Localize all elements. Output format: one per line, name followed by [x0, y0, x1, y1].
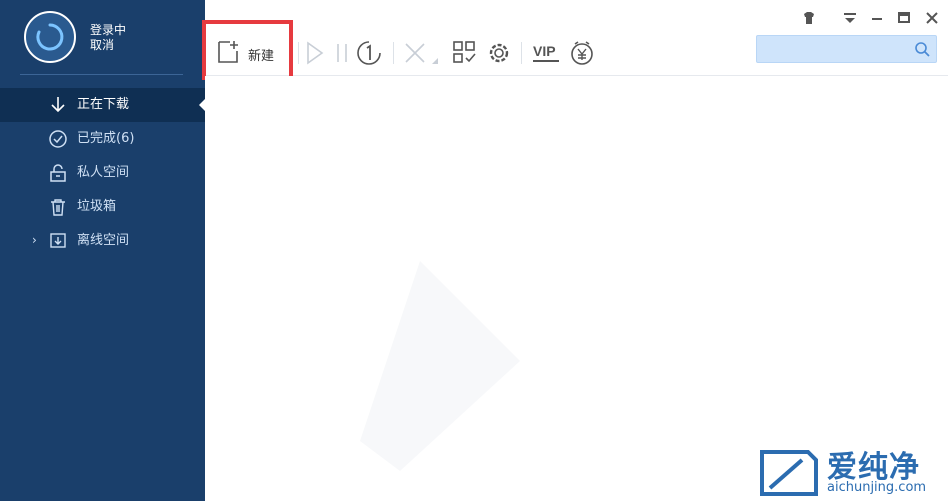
sidebar: 登录中 取消 正在下载 已完成(6) 私人空间 垃圾箱 › 离线空间 — [0, 0, 205, 501]
apps-grid-icon — [453, 41, 476, 63]
lock-icon — [50, 164, 66, 182]
sidebar-item-label: 垃圾箱 — [77, 199, 117, 214]
speed-limit-button[interactable] — [356, 40, 382, 66]
search-input[interactable] — [763, 40, 912, 60]
toolbar-separator — [393, 42, 394, 64]
sidebar-item-label: 已完成(6) — [77, 131, 135, 146]
pause-button[interactable] — [330, 40, 356, 66]
new-file-icon — [218, 41, 238, 63]
download-icon — [51, 97, 65, 113]
maximize-icon — [898, 12, 910, 23]
menu-icon — [844, 13, 856, 23]
search-icon[interactable] — [914, 41, 930, 57]
maximize-button[interactable] — [896, 10, 912, 26]
apps-button[interactable] — [452, 40, 478, 66]
skin-icon — [804, 12, 814, 24]
speed-one-icon — [357, 41, 381, 65]
sidebar-nav: 正在下载 已完成(6) 私人空间 垃圾箱 › 离线空间 — [0, 88, 205, 258]
brand-logo-icon — [760, 450, 818, 496]
check-circle-icon — [49, 130, 67, 148]
skin-button[interactable] — [801, 10, 817, 26]
close-button[interactable] — [924, 10, 940, 26]
download-list-area[interactable] — [205, 76, 948, 501]
sidebar-item-completed[interactable]: 已完成(6) — [0, 122, 205, 156]
brand-logo — [758, 448, 820, 502]
login-status-text: 登录中 — [90, 23, 127, 37]
vip-icon: VIP — [533, 43, 559, 62]
yuan-icon — [571, 41, 593, 65]
loading-spinner-icon — [36, 23, 64, 51]
gear-icon — [489, 43, 509, 63]
play-icon — [307, 41, 324, 65]
chevron-right-icon[interactable]: › — [32, 233, 44, 247]
new-task-label: 新建 — [248, 49, 275, 64]
offline-space-icon — [50, 233, 66, 248]
start-button[interactable] — [302, 40, 328, 66]
wallet-button[interactable] — [569, 40, 595, 66]
sidebar-item-trash[interactable]: 垃圾箱 — [0, 190, 205, 224]
pause-icon — [337, 44, 347, 62]
sidebar-item-private-space[interactable]: 私人空间 — [0, 156, 205, 190]
svg-text:VIP: VIP — [533, 43, 556, 59]
sidebar-item-label: 私人空间 — [77, 165, 130, 180]
menu-button[interactable] — [842, 10, 858, 26]
close-icon — [926, 12, 938, 24]
sidebar-item-label: 离线空间 — [77, 233, 130, 248]
sidebar-item-label: 正在下载 — [77, 97, 130, 112]
brand-url: aichunjing.com — [827, 480, 927, 495]
trash-icon — [51, 199, 65, 216]
toolbar-separator — [521, 42, 522, 64]
settings-button[interactable] — [486, 40, 512, 66]
search-box[interactable] — [756, 35, 937, 63]
sidebar-divider — [20, 74, 183, 75]
sidebar-item-downloading[interactable]: 正在下载 — [0, 88, 205, 122]
vip-button[interactable]: VIP — [532, 40, 560, 66]
sidebar-item-offline-space[interactable]: › 离线空间 — [0, 224, 205, 258]
background-watermark-icon — [360, 261, 520, 471]
delete-button[interactable] — [402, 40, 438, 66]
minimize-button[interactable] — [869, 10, 885, 26]
minimize-icon — [872, 18, 882, 20]
toolbar-separator — [298, 42, 299, 64]
login-cancel-link[interactable]: 取消 — [90, 38, 114, 52]
delete-x-icon — [405, 43, 438, 64]
avatar[interactable] — [24, 11, 76, 63]
